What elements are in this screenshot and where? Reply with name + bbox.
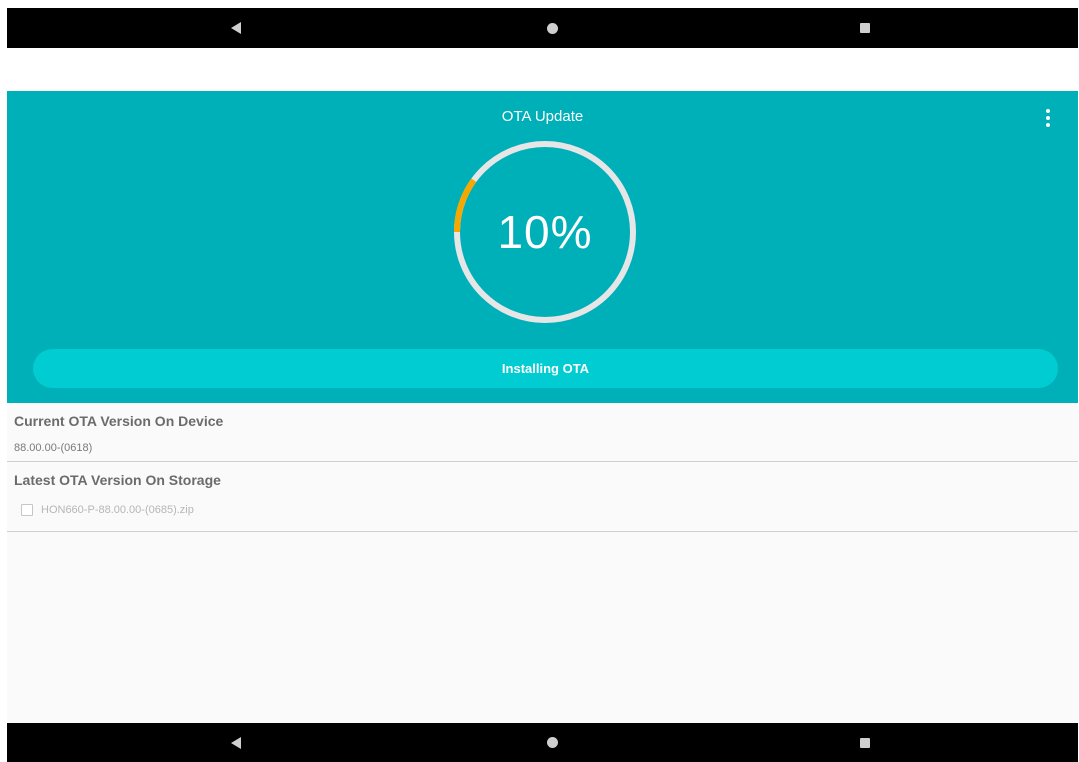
nav-recents-button[interactable] <box>845 725 885 761</box>
ota-file-item[interactable]: HON660-P-88.00.00-(0685).zip <box>21 504 194 516</box>
nav-back-button[interactable] <box>216 725 256 761</box>
back-triangle-icon <box>231 736 241 749</box>
top-navigation-bar <box>7 8 1078 48</box>
nav-recents-button[interactable] <box>845 10 885 46</box>
current-version-heading: Current OTA Version On Device <box>14 413 224 429</box>
bottom-navigation-bar <box>7 723 1078 762</box>
current-version-value: 88.00.00-(0618) <box>14 442 93 454</box>
recents-square-icon <box>860 737 870 748</box>
progress-percent-label: 10% <box>497 206 593 258</box>
more-vert-icon <box>1046 116 1050 120</box>
more-vert-icon <box>1046 109 1050 113</box>
nav-home-button[interactable] <box>532 10 572 46</box>
more-vert-icon <box>1046 123 1050 127</box>
progress-ring: 10% <box>452 139 638 325</box>
ota-file-checkbox[interactable] <box>21 504 33 516</box>
installing-ota-button[interactable]: Installing OTA <box>33 349 1058 388</box>
back-triangle-icon <box>231 22 241 34</box>
overflow-menu-button[interactable] <box>1036 106 1060 130</box>
ota-update-app: OTA Update 10% Installing OTA Current OT… <box>7 91 1078 723</box>
recents-square-icon <box>860 23 870 33</box>
app-header: OTA Update 10% Installing OTA <box>7 91 1078 403</box>
screen: OTA Update 10% Installing OTA Current OT… <box>0 0 1079 762</box>
home-circle-icon <box>546 22 558 34</box>
nav-home-button[interactable] <box>532 725 572 761</box>
home-circle-icon <box>546 737 558 748</box>
current-version-section: Current OTA Version On Device 88.00.00-(… <box>7 403 1078 462</box>
page-title: OTA Update <box>501 108 584 125</box>
latest-version-section: Latest OTA Version On Storage HON660-P-8… <box>7 462 1078 532</box>
latest-version-heading: Latest OTA Version On Storage <box>14 472 221 488</box>
nav-back-button[interactable] <box>216 10 256 46</box>
ota-file-name: HON660-P-88.00.00-(0685).zip <box>41 504 194 516</box>
